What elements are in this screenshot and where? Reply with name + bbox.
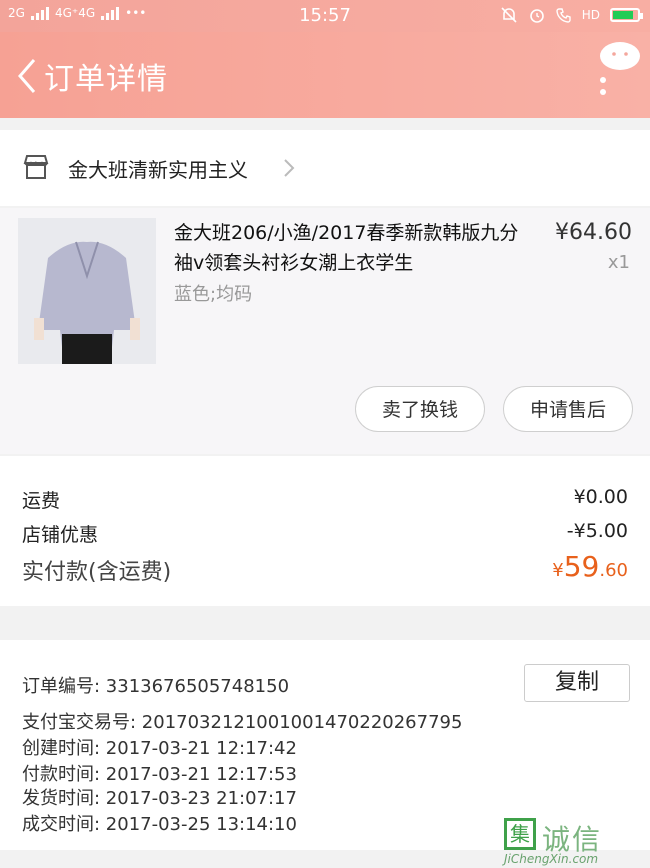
status-bar: 2G 4G⁺4G ••• 15:57 HD (0, 0, 650, 32)
sell-button[interactable]: 卖了换钱 (355, 386, 485, 432)
discount-value: -¥5.00 (566, 520, 628, 542)
store-icon (23, 155, 49, 179)
product-sku: 蓝色;均码 (174, 284, 253, 305)
watermark-logo: 集 (504, 818, 536, 850)
product-item[interactable]: 金大班206/小渔/2017春季新款韩版九分袖v领套头衬衫女潮上衣学生 蓝色;均… (0, 208, 650, 454)
paid-time: 付款时间: 2017-03-21 12:17:53 (22, 764, 297, 785)
status-right: HD (500, 6, 643, 24)
page-title: 订单详情 (44, 62, 168, 97)
alarm-icon (529, 9, 544, 23)
watermark-url: JiChengXin.com (504, 852, 599, 866)
shipping-label: 运费 (22, 490, 61, 512)
shop-name: 金大班清新实用主义 (68, 158, 248, 182)
after-sale-button[interactable]: 申请售后 (503, 386, 633, 432)
paid-value: ¥59.60 (552, 550, 628, 583)
header-bar: 订单详情 (0, 32, 650, 118)
product-title[interactable]: 金大班206/小渔/2017春季新款韩版九分袖v领套头衬衫女潮上衣学生 (174, 218, 534, 278)
paid-row: 实付款(含运费) ¥59.60 (22, 550, 628, 586)
paid-integer: 59 (563, 550, 600, 583)
created-time: 创建时间: 2017-03-21 12:17:42 (22, 738, 297, 759)
product-price: ¥64.60 (555, 220, 632, 245)
paid-currency: ¥ (552, 560, 564, 581)
paid-label: 实付款(含运费) (22, 560, 172, 585)
discount-row: 店铺优惠 -¥5.00 (22, 520, 628, 547)
copy-button[interactable]: 复制 (524, 664, 630, 702)
shipping-value: ¥0.00 (573, 486, 628, 508)
alipay-trade-number: 支付宝交易号: 2017032121001001470220267795 (22, 712, 463, 733)
shop-row[interactable]: 金大班清新实用主义 (0, 130, 650, 206)
shipped-time: 发货时间: 2017-03-23 21:07:17 (22, 788, 297, 809)
order-number: 订单编号: 3313676505748150 (22, 676, 290, 697)
shipping-row: 运费 ¥0.00 (22, 486, 628, 513)
fee-summary: 运费 ¥0.00 店铺优惠 -¥5.00 实付款(含运费) ¥59.60 (0, 456, 650, 606)
bell-muted-icon (501, 7, 517, 23)
phone-icon (556, 8, 571, 23)
more-menu-icon[interactable] (596, 40, 642, 96)
back-arrow-icon[interactable] (12, 56, 44, 96)
chevron-right-icon (284, 159, 295, 177)
discount-label: 店铺优惠 (22, 524, 99, 546)
battery-icon (610, 8, 643, 22)
product-thumbnail[interactable] (18, 218, 156, 364)
paid-decimal: .60 (599, 560, 628, 581)
watermark: 集 诚信 JiChengXin.com (504, 818, 644, 866)
hd-label: HD (581, 8, 600, 22)
product-quantity: x1 (607, 252, 630, 273)
completed-time: 成交时间: 2017-03-25 13:14:10 (22, 814, 297, 835)
